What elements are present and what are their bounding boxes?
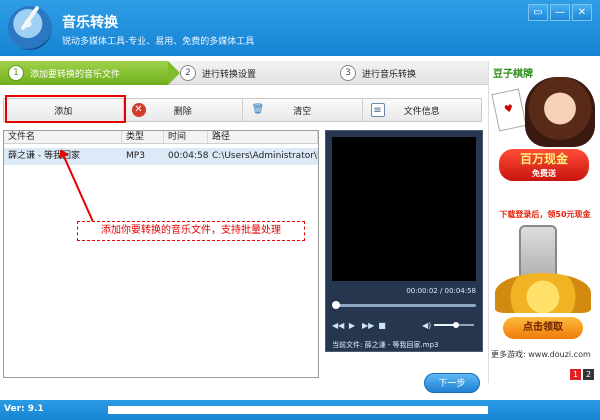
step-number: 3	[340, 65, 356, 81]
clear-button[interactable]: 🗑 清空	[242, 99, 362, 121]
step-convert-settings[interactable]: 2 进行转换设置	[180, 61, 256, 85]
delete-label: 删除	[173, 106, 192, 117]
column-header-path[interactable]: 路径	[208, 131, 318, 143]
preview-player: 00:00:02 / 00:04:58 ◀◀ ▶ ▶▶ ■ ◀) 当前文件: 薛…	[325, 130, 483, 352]
column-header-name[interactable]: 文件名	[4, 131, 122, 143]
cell-time: 00:04:58	[168, 151, 208, 161]
clear-label: 清空	[293, 106, 312, 117]
ad-cash-small: 免费送	[532, 169, 556, 178]
close-window-icon[interactable]: ✕	[572, 4, 592, 21]
version-label: Ver: 9.1	[4, 404, 44, 414]
ad-page-1[interactable]: 1	[570, 369, 581, 380]
add-button-highlight	[5, 95, 126, 123]
ad-panel[interactable]: 豆子棋牌 ♥ 百万现金 免费送 下载登录后，领50元现金 点击领取 更多游戏: …	[488, 61, 600, 383]
status-progress-track	[108, 406, 488, 414]
ad-page-2[interactable]: 2	[583, 369, 594, 380]
video-screen	[332, 137, 476, 281]
step-number: 1	[8, 65, 24, 81]
volume-handle[interactable]	[453, 322, 459, 328]
step-bar: 1 添加要转换的音乐文件 2 进行转换设置 3 进行音乐转换	[0, 61, 488, 85]
cell-path: C:\Users\Administrator\D...	[212, 151, 318, 161]
app-subtitle: 锐动多媒体工具-专业、易用、免费的多媒体工具	[62, 37, 255, 47]
gold-coins-icon	[495, 273, 591, 313]
column-header-time[interactable]: 时间	[164, 131, 208, 143]
play-icon[interactable]: ▶	[347, 321, 357, 330]
ad-more-games-link[interactable]: 更多游戏: www.douzi.com	[491, 349, 591, 360]
seek-bar[interactable]	[332, 301, 476, 309]
step-label: 进行转换设置	[202, 69, 257, 80]
hint-callout: 添加你要转换的音乐文件，支持批量处理	[77, 221, 305, 241]
ad-character-image	[525, 77, 595, 147]
cell-type: MP3	[126, 151, 145, 161]
music-disc-logo-icon	[8, 6, 52, 50]
current-file: 当前文件: 薛之谦 - 等我回家.mp3	[332, 341, 439, 349]
playback-time: 00:00:02 / 00:04:58	[406, 287, 476, 295]
trash-icon: 🗑	[251, 104, 265, 115]
title-bar: 音乐转换 锐动多媒体工具-专业、易用、免费的多媒体工具 ▭ — ✕	[0, 0, 600, 56]
document-info-icon: ≡	[370, 103, 385, 117]
window-controls: ▭ — ✕	[528, 4, 592, 21]
status-bar: Ver: 9.1	[0, 400, 600, 420]
step-add-files[interactable]: 1 添加要转换的音乐文件	[0, 61, 180, 85]
file-info-label: 文件信息	[403, 106, 440, 117]
table-row[interactable]: 薛之谦 - 等我回家 MP3 00:04:58 C:\Users\Adminis…	[4, 148, 318, 165]
delete-button[interactable]: ✕ 删除	[122, 99, 243, 121]
step-label: 进行音乐转换	[362, 69, 417, 80]
stop-icon[interactable]: ■	[377, 321, 387, 330]
delete-x-icon: ✕	[131, 103, 146, 117]
fast-forward-icon[interactable]: ▶▶	[362, 321, 374, 330]
seek-handle[interactable]	[332, 301, 341, 309]
volume-slider[interactable]	[434, 322, 474, 328]
playback-controls: ◀◀ ▶ ▶▶ ■	[332, 321, 387, 330]
step-label: 添加要转换的音乐文件	[30, 69, 121, 80]
restore-window-icon[interactable]: ▭	[528, 4, 548, 21]
ad-brand: 豆子棋牌	[493, 69, 533, 80]
ad-pager: 1 2	[570, 369, 594, 380]
ad-cash-big: 百万现金	[519, 152, 568, 166]
next-step-button[interactable]: 下一步	[424, 373, 480, 393]
step-number: 2	[180, 65, 196, 81]
column-header-type[interactable]: 类型	[122, 131, 164, 143]
app-title: 音乐转换	[62, 15, 118, 31]
step-convert-music[interactable]: 3 进行音乐转换	[340, 61, 416, 85]
file-list[interactable]: 文件名 类型 时间 路径 薛之谦 - 等我回家 MP3 00:04:58 C:\…	[3, 130, 319, 378]
file-info-button[interactable]: ≡ 文件信息	[361, 99, 482, 121]
ad-cash-banner: 百万现金 免费送	[499, 149, 589, 181]
rewind-icon[interactable]: ◀◀	[332, 321, 344, 330]
playing-card-icon: ♥	[491, 88, 527, 132]
ad-claim-button[interactable]: 点击领取	[503, 317, 583, 339]
ad-promo-text: 下载登录后，领50元现金	[499, 210, 591, 219]
volume-icon[interactable]: ◀)	[422, 321, 431, 330]
minimize-window-icon[interactable]: —	[550, 4, 570, 21]
file-list-header: 文件名 类型 时间 路径	[4, 131, 318, 144]
